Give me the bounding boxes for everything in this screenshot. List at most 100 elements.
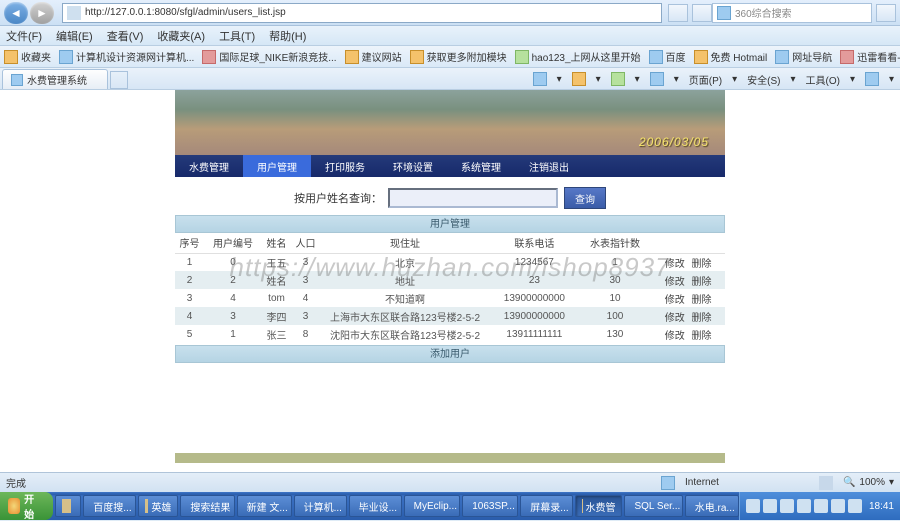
table-cell: 10 [579, 289, 652, 307]
stop-button[interactable] [692, 4, 712, 22]
browser-search-box[interactable]: 360综合搜索 [712, 3, 872, 23]
menu-view[interactable]: 查看(V) [107, 28, 144, 44]
nav-env[interactable]: 环境设置 [379, 155, 447, 177]
bookmark-item[interactable]: 获取更多附加模块 [410, 49, 507, 64]
table-row: 10王五3北京12345671修改 删除 [175, 253, 725, 271]
table-header-row: 序号 用户编号 姓名 人口 现住址 联系电话 水表指针数 [175, 233, 725, 253]
print-icon[interactable] [650, 72, 664, 86]
nav-logout[interactable]: 注销退出 [515, 155, 583, 177]
site-icon [775, 50, 789, 64]
edit-link[interactable]: 修改 [663, 259, 687, 270]
edit-link[interactable]: 修改 [663, 331, 687, 342]
taskbar-item[interactable]: SQL Ser... [624, 495, 682, 517]
browser-tab[interactable]: 水费管理系统 [2, 69, 108, 89]
table-cell: 4 [204, 289, 262, 307]
page-content: 2006/03/05 水费管理 用户管理 打印服务 环境设置 系统管理 注销退出… [0, 90, 900, 472]
toolbar-tools[interactable]: 工具(O) [805, 72, 839, 87]
forward-button[interactable]: ► [30, 2, 54, 24]
add-user-link[interactable]: 添加用户 [175, 345, 725, 363]
delete-link[interactable]: 删除 [690, 259, 714, 270]
refresh-button[interactable] [668, 4, 688, 22]
search-button[interactable]: 查询 [564, 187, 606, 209]
menu-tools[interactable]: 工具(T) [219, 28, 255, 44]
tray-icon[interactable] [797, 499, 811, 513]
home-icon[interactable] [533, 72, 547, 86]
edit-link[interactable]: 修改 [663, 295, 687, 306]
menu-favorites[interactable]: 收藏夹(A) [157, 28, 205, 44]
taskbar-item[interactable]: 搜索结果 [180, 495, 234, 517]
footer-banner [175, 453, 725, 463]
table-row: 34tom4不知道啊1390000000010修改 删除 [175, 289, 725, 307]
taskbar-item[interactable]: 水电.ra... [685, 495, 739, 517]
bookmark-item[interactable]: 建议网站 [345, 49, 402, 64]
nav-users[interactable]: 用户管理 [243, 155, 311, 177]
help-icon[interactable] [865, 72, 879, 86]
taskbar-item[interactable] [55, 495, 81, 517]
search-input[interactable] [388, 188, 558, 208]
tray-icon[interactable] [814, 499, 828, 513]
bookmark-item[interactable]: 网址导航 [775, 49, 832, 64]
delete-link[interactable]: 删除 [690, 313, 714, 324]
bookmark-item[interactable]: hao123_上网从这里开始 [515, 49, 641, 64]
start-button[interactable]: 开始 [0, 492, 53, 520]
bookmark-item[interactable]: 迅雷看看-中国第一高清... [840, 49, 900, 64]
tray-icon[interactable] [763, 499, 777, 513]
back-button[interactable]: ◄ [4, 2, 28, 24]
site-icon [345, 50, 359, 64]
bookmark-item[interactable]: 百度 [649, 49, 686, 64]
clock[interactable]: 18:41 [869, 501, 894, 512]
start-label: 开始 [24, 491, 39, 521]
edit-link[interactable]: 修改 [663, 313, 687, 324]
delete-link[interactable]: 删除 [690, 331, 714, 342]
nav-print[interactable]: 打印服务 [311, 155, 379, 177]
tray-icon[interactable] [746, 499, 760, 513]
edit-link[interactable]: 修改 [663, 277, 687, 288]
bookmark-item[interactable]: 国际足球_NIKE新浪竞技... [202, 49, 336, 64]
zoom-control[interactable]: 🔍 100% ▾ [843, 477, 894, 488]
favorites-icon [4, 50, 18, 64]
taskbar-item[interactable]: 新建 文... [237, 495, 292, 517]
tray-icon[interactable] [780, 499, 794, 513]
taskbar-item[interactable]: MyEclip... [404, 495, 461, 517]
toolbar-page[interactable]: 页面(P) [689, 72, 722, 87]
taskbar-item[interactable]: 屏幕录... [520, 495, 573, 517]
taskbar-item[interactable]: 1063SP... [462, 495, 518, 517]
search-button[interactable] [876, 4, 896, 22]
taskbar-item[interactable]: 毕业设... [349, 495, 402, 517]
taskbar-item[interactable]: 百度搜... [83, 495, 136, 517]
banner-date: 2006/03/05 [639, 135, 709, 149]
new-tab-button[interactable] [110, 71, 128, 89]
table-cell: 4 [175, 307, 204, 325]
nav-fee[interactable]: 水费管理 [175, 155, 243, 177]
menu-edit[interactable]: 编辑(E) [56, 28, 93, 44]
feed-icon[interactable] [572, 72, 586, 86]
table-cell: 3 [291, 253, 320, 271]
tab-strip: 水费管理系统 ▾ ▾ ▾ ▾ 页面(P)▾ 安全(S)▾ 工具(O)▾ ▾ [0, 68, 900, 90]
menu-bar: 文件(F) 编辑(E) 查看(V) 收藏夹(A) 工具(T) 帮助(H) [0, 26, 900, 46]
nav-system[interactable]: 系统管理 [447, 155, 515, 177]
table-cell: 姓名 [262, 271, 291, 289]
zoom-value: 100% [859, 477, 885, 488]
tray-icon[interactable] [848, 499, 862, 513]
favorites-label[interactable]: 收藏夹 [21, 49, 51, 64]
table-cell: 4 [291, 289, 320, 307]
taskbar-item[interactable]: 英雄 [138, 495, 178, 517]
bookmark-item[interactable]: 免费 Hotmail [694, 49, 768, 64]
menu-help[interactable]: 帮助(H) [269, 28, 306, 44]
taskbar-item[interactable]: 计算机... [294, 495, 347, 517]
delete-link[interactable]: 删除 [690, 277, 714, 288]
address-bar[interactable]: http://127.0.0.1:8080/sfgl/admin/users_l… [62, 3, 662, 23]
delete-link[interactable]: 删除 [690, 295, 714, 306]
toolbar-safety[interactable]: 安全(S) [747, 72, 780, 87]
task-label: 水费管 [585, 499, 615, 514]
bookmark-item[interactable]: 计算机设计资源网计算机... [59, 49, 194, 64]
task-label: 计算机... [304, 499, 342, 514]
menu-file[interactable]: 文件(F) [6, 28, 42, 44]
windows-taskbar: 开始 百度搜...英雄搜索结果新建 文... 计算机... 毕业设...MyEcli… [0, 492, 900, 520]
tray-icon[interactable] [831, 499, 845, 513]
taskbar-item[interactable]: 水费管 [575, 495, 622, 517]
table-cell: tom [262, 289, 291, 307]
table-cell: 2 [175, 271, 204, 289]
mail-icon[interactable] [611, 72, 625, 86]
table-cell: 13900000000 [490, 289, 579, 307]
